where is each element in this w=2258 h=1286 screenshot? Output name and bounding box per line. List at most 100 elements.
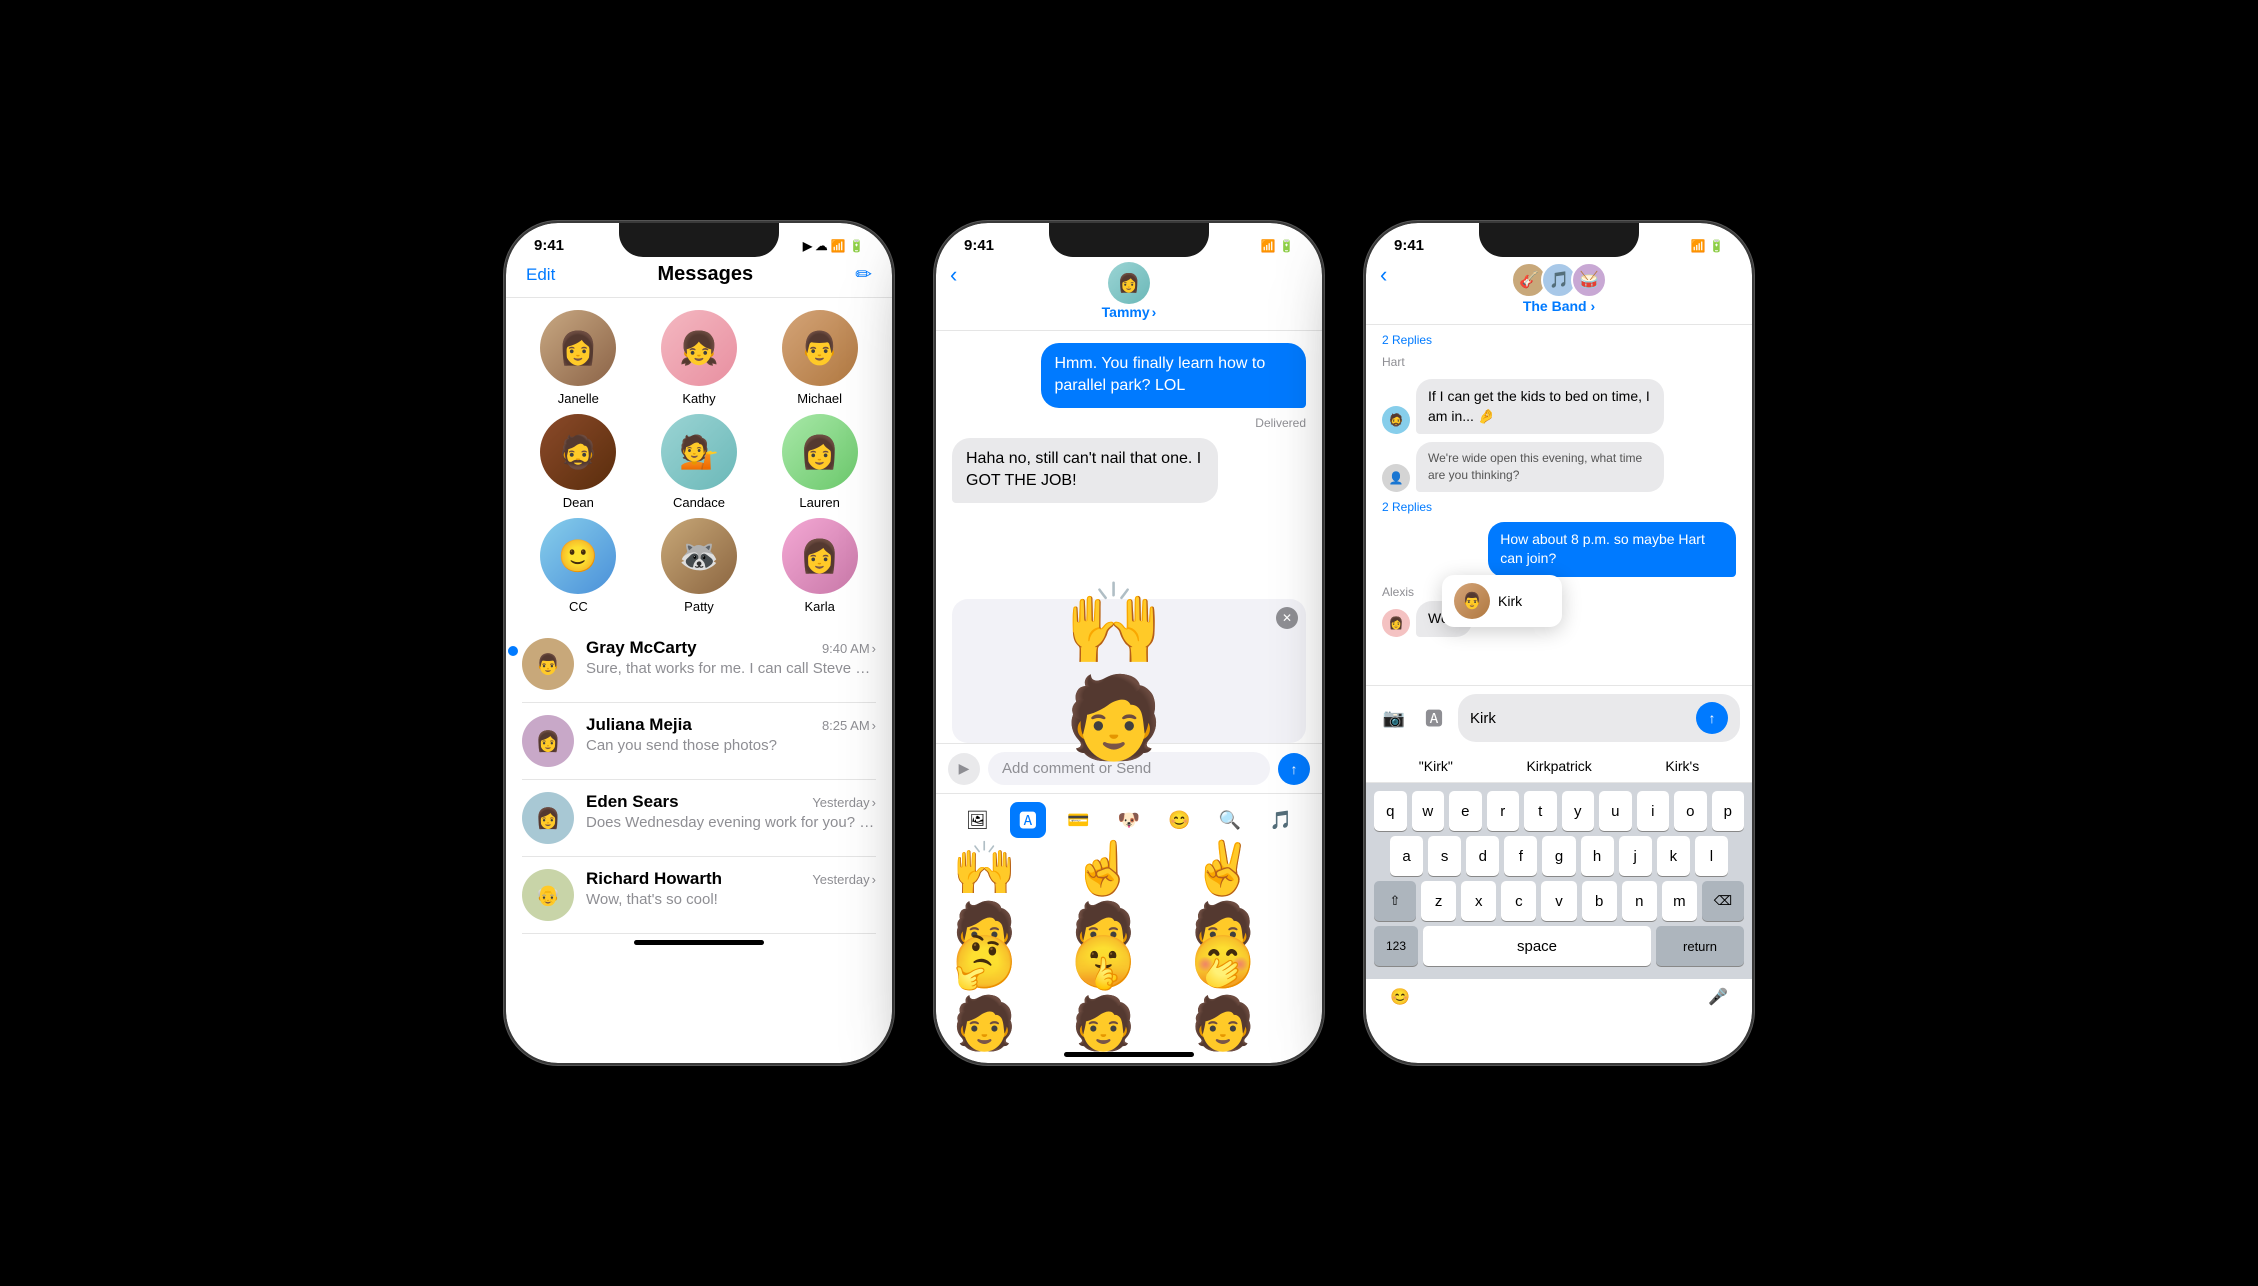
- toolbar-music[interactable]: 🎵: [1263, 802, 1299, 838]
- toolbar-memoji[interactable]: 🐶: [1111, 802, 1147, 838]
- key-s[interactable]: s: [1428, 836, 1461, 876]
- contact-dean[interactable]: 🧔 Dean: [522, 414, 635, 510]
- phone-3: 9:41 📶 🔋 ‹ 🎸 🎵 🥁 The Band › 2 Replies: [1364, 221, 1754, 1065]
- thread-reply-2[interactable]: 2 Replies: [1382, 500, 1736, 514]
- keyboard: q w e r t y u i o p a s d f g h: [1366, 783, 1752, 979]
- key-p[interactable]: p: [1712, 791, 1745, 831]
- autocomplete-name[interactable]: Kirk: [1498, 593, 1522, 609]
- suggestion-2[interactable]: Kirkpatrick: [1526, 758, 1591, 774]
- expand-button[interactable]: ▶: [948, 753, 980, 785]
- key-t[interactable]: t: [1524, 791, 1557, 831]
- conv-gray[interactable]: 👨 Gray McCarty 9:40 AM › Sure, that work…: [522, 626, 876, 703]
- sticker-5[interactable]: 🤫🧑: [1071, 948, 1186, 1038]
- back-button-3[interactable]: ‹: [1380, 262, 1387, 288]
- key-h[interactable]: h: [1581, 836, 1614, 876]
- memoji-close-button[interactable]: ✕: [1276, 607, 1298, 629]
- bubble-out-main: How about 8 p.m. so maybe Hart can join?: [1488, 522, 1736, 577]
- conv-eden[interactable]: 👩 Eden Sears Yesterday › Does Wednesday …: [522, 780, 876, 857]
- sticker-3[interactable]: ✌🧑: [1191, 854, 1306, 944]
- key-l[interactable]: l: [1695, 836, 1728, 876]
- bubble-in-1: Haha no, still can't nail that one. I GO…: [952, 438, 1218, 503]
- key-g[interactable]: g: [1542, 836, 1575, 876]
- home-indicator-2: [1064, 1052, 1194, 1057]
- contact-karla[interactable]: 👩 Karla: [763, 518, 876, 614]
- conv-name-eden: Eden Sears: [586, 792, 679, 812]
- key-x[interactable]: x: [1461, 881, 1496, 921]
- key-shift[interactable]: ⇧: [1374, 881, 1416, 921]
- key-o[interactable]: o: [1674, 791, 1707, 831]
- key-row-3: ⇧ z x c v b n m ⌫: [1374, 881, 1744, 921]
- delivered-status: Delivered: [1255, 416, 1306, 430]
- key-f[interactable]: f: [1504, 836, 1537, 876]
- conv-content-richard: Richard Howarth Yesterday › Wow, that's …: [586, 869, 876, 908]
- contact-name-candace: Candace: [673, 495, 725, 510]
- contact-patty[interactable]: 🦝 Patty: [643, 518, 756, 614]
- contact-kathy[interactable]: 👧 Kathy: [643, 310, 756, 406]
- key-a[interactable]: a: [1390, 836, 1423, 876]
- key-m[interactable]: m: [1662, 881, 1697, 921]
- key-delete[interactable]: ⌫: [1702, 881, 1744, 921]
- chat-header: ‹ 👩 Tammy ›: [936, 254, 1322, 331]
- comment-send-button[interactable]: ↑: [1278, 753, 1310, 785]
- send-button[interactable]: ↑: [1696, 702, 1728, 734]
- toolbar-apps[interactable]: 🅰: [1010, 802, 1046, 838]
- sticker-6[interactable]: 🤭🧑: [1191, 948, 1306, 1038]
- emoji-icon[interactable]: 😊: [1390, 987, 1410, 1007]
- contact-cc[interactable]: 🙂 CC: [522, 518, 635, 614]
- conv-preview-richard: Wow, that's so cool!: [586, 891, 876, 908]
- contact-lauren[interactable]: 👩 Lauren: [763, 414, 876, 510]
- contact-name-kathy: Kathy: [682, 391, 715, 406]
- conv-content-gray: Gray McCarty 9:40 AM › Sure, that works …: [586, 638, 876, 677]
- key-v[interactable]: v: [1541, 881, 1576, 921]
- back-button-2[interactable]: ‹: [950, 262, 957, 288]
- key-n[interactable]: n: [1622, 881, 1657, 921]
- key-z[interactable]: z: [1421, 881, 1456, 921]
- key-i[interactable]: i: [1637, 791, 1670, 831]
- messages-area: Hmm. You finally learn how to parallel p…: [936, 331, 1322, 599]
- contact-michael[interactable]: 👨 Michael: [763, 310, 876, 406]
- sticker-1[interactable]: 🙌🧑: [952, 854, 1067, 944]
- thread-reply-1[interactable]: 2 Replies: [1382, 333, 1736, 347]
- suggestion-1[interactable]: "Kirk": [1419, 758, 1453, 774]
- contact-name-michael: Michael: [797, 391, 842, 406]
- key-j[interactable]: j: [1619, 836, 1652, 876]
- conv-richard[interactable]: 👴 Richard Howarth Yesterday › Wow, that'…: [522, 857, 876, 934]
- key-c[interactable]: c: [1501, 881, 1536, 921]
- key-b[interactable]: b: [1582, 881, 1617, 921]
- notch-2: [1049, 223, 1209, 257]
- memoji-stickers: 🙌🧑 ☝🧑 ✌🧑 🤔🧑 🤫🧑 🤭🧑: [936, 846, 1322, 1046]
- group-name[interactable]: The Band ›: [1523, 298, 1595, 314]
- phone-1: 9:41 ▶ ☁ 📶 🔋 Edit Messages ✏ 👩 Janelle 👧…: [504, 221, 894, 1065]
- key-e[interactable]: e: [1449, 791, 1482, 831]
- key-123[interactable]: 123: [1374, 926, 1418, 966]
- suggestion-3[interactable]: Kirk's: [1665, 758, 1699, 774]
- edit-button[interactable]: Edit: [526, 265, 555, 285]
- toolbar-photos[interactable]: 🖼: [959, 802, 995, 838]
- camera-button[interactable]: 📷: [1378, 702, 1410, 734]
- compose-button[interactable]: ✏: [855, 262, 872, 287]
- toolbar-emoji[interactable]: 😊: [1162, 802, 1198, 838]
- key-u[interactable]: u: [1599, 791, 1632, 831]
- apps-button[interactable]: 🅰: [1418, 702, 1450, 734]
- sticker-2[interactable]: ☝🧑: [1071, 854, 1186, 944]
- key-d[interactable]: d: [1466, 836, 1499, 876]
- key-k[interactable]: k: [1657, 836, 1690, 876]
- toolbar-search[interactable]: 🔍: [1212, 802, 1248, 838]
- key-w[interactable]: w: [1412, 791, 1445, 831]
- avatar-kathy: 👧: [661, 310, 737, 386]
- key-q[interactable]: q: [1374, 791, 1407, 831]
- conv-juliana[interactable]: 👩 Juliana Mejia 8:25 AM › Can you send t…: [522, 703, 876, 780]
- mic-icon[interactable]: 🎤: [1708, 987, 1728, 1007]
- key-space[interactable]: space: [1423, 926, 1651, 966]
- sticker-4[interactable]: 🤔🧑: [952, 948, 1067, 1038]
- avatar-patty: 🦝: [661, 518, 737, 594]
- key-y[interactable]: y: [1562, 791, 1595, 831]
- contact-candace[interactable]: 💁 Candace: [643, 414, 756, 510]
- toolbar-pay[interactable]: 💳: [1060, 802, 1096, 838]
- phone-2: 9:41 📶 🔋 ‹ 👩 Tammy › Hmm. You finally le…: [934, 221, 1324, 1065]
- key-r[interactable]: r: [1487, 791, 1520, 831]
- text-input-field[interactable]: Kirk ↑: [1458, 694, 1740, 742]
- key-return[interactable]: return: [1656, 926, 1744, 966]
- contact-janelle[interactable]: 👩 Janelle: [522, 310, 635, 406]
- chat-contact-name[interactable]: Tammy ›: [1102, 304, 1157, 320]
